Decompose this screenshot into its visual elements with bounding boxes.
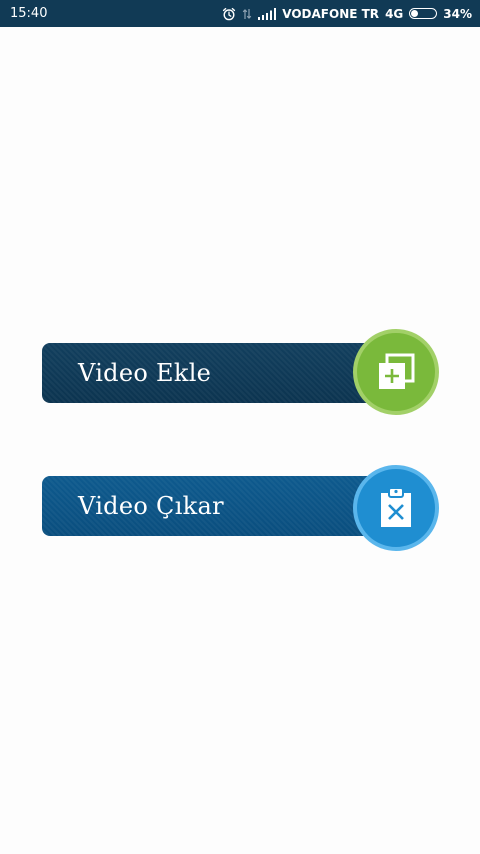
alarm-icon bbox=[222, 7, 236, 21]
add-video-label: Video Ekle bbox=[78, 359, 212, 387]
add-video-icon-button[interactable] bbox=[353, 329, 439, 415]
battery-percent: 34% bbox=[443, 6, 472, 21]
add-video-pill[interactable]: Video Ekle bbox=[42, 343, 387, 403]
carrier-name: VODAFONE TR bbox=[282, 6, 380, 21]
clipboard-remove-icon bbox=[378, 487, 414, 529]
status-bar: 15:40 VODAFONE TR 4G 34% bbox=[0, 0, 480, 27]
add-copy-icon bbox=[377, 353, 415, 391]
remove-video-button[interactable]: Video Çıkar bbox=[42, 463, 440, 551]
status-left: 15:40 bbox=[10, 6, 47, 21]
data-transfer-icon bbox=[242, 7, 252, 21]
remove-video-pill[interactable]: Video Çıkar bbox=[42, 476, 387, 536]
signal-icon bbox=[258, 7, 277, 20]
status-time: 15:40 bbox=[10, 6, 48, 21]
add-video-button[interactable]: Video Ekle bbox=[42, 329, 440, 418]
battery-level-fill bbox=[411, 10, 419, 17]
status-right: VODAFONE TR 4G 34% bbox=[222, 7, 472, 21]
battery-icon bbox=[409, 8, 438, 19]
network-type: 4G bbox=[385, 6, 404, 21]
remove-video-icon-button[interactable] bbox=[353, 465, 439, 551]
remove-video-label: Video Çıkar bbox=[78, 492, 224, 520]
